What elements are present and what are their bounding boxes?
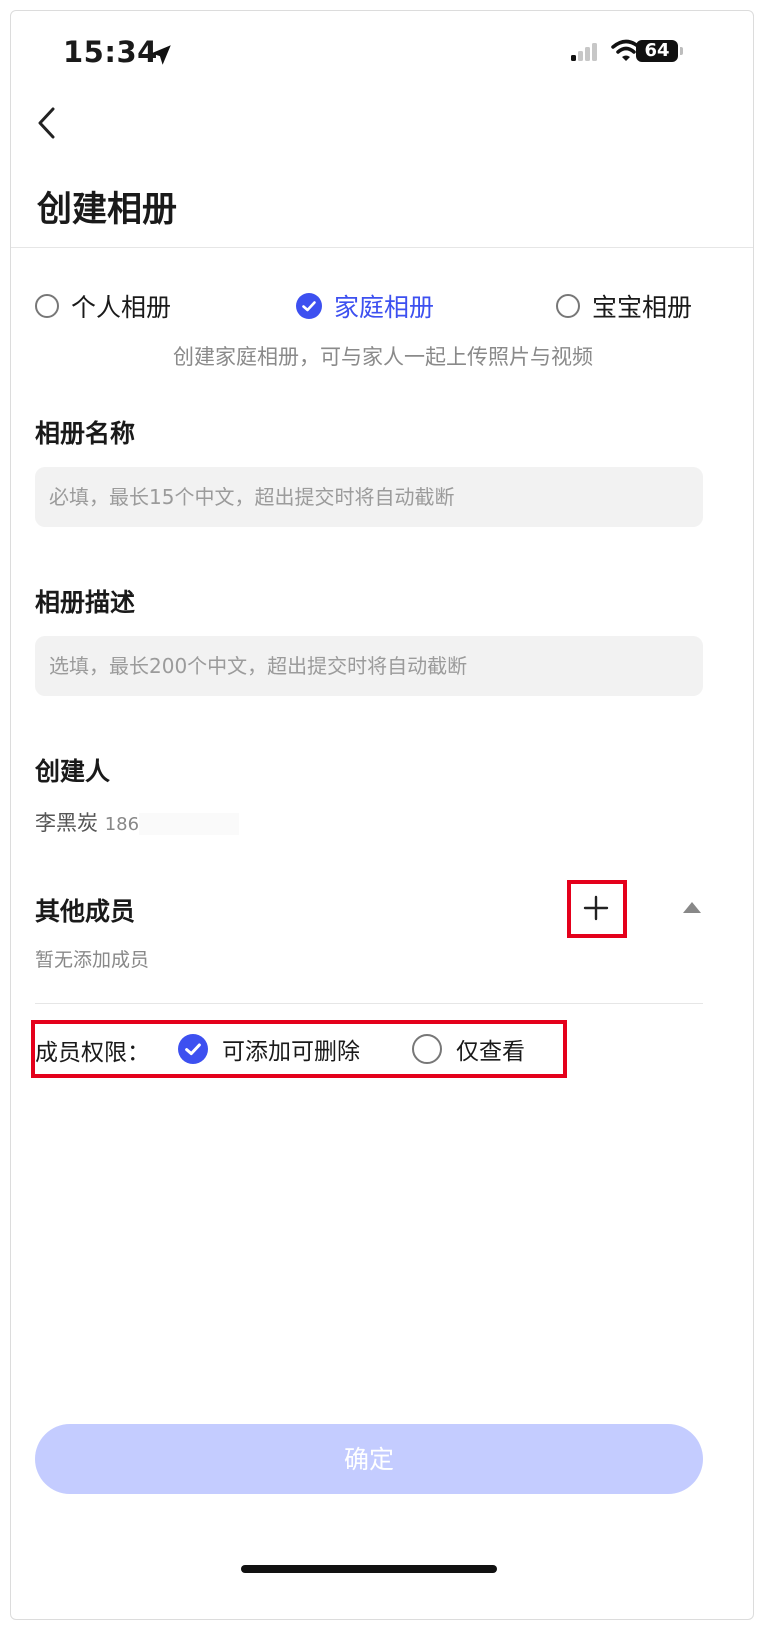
radio-unchecked-icon: [35, 294, 59, 318]
album-desc-label: 相册描述: [35, 588, 136, 617]
radio-checked-icon: [296, 293, 322, 319]
collapse-triangle-icon[interactable]: [683, 902, 701, 913]
add-member-plus-icon[interactable]: [583, 895, 609, 921]
battery-tip: [680, 47, 683, 55]
album-type-tip: 创建家庭相册，可与家人一起上传照片与视频: [173, 345, 593, 369]
header-divider: [11, 247, 753, 248]
location-arrow-icon: [151, 45, 171, 65]
creator-name: 李黑炭: [35, 811, 98, 835]
creator-info: 李黑炭 186: [35, 807, 240, 837]
back-chevron-icon[interactable]: [35, 105, 59, 141]
members-empty-hint: 暂无添加成员: [35, 949, 150, 971]
permission-option-label: 仅查看: [456, 1039, 525, 1065]
album-desc-input[interactable]: [35, 636, 703, 696]
album-type-baby[interactable]: 宝宝相册: [556, 288, 692, 324]
radio-unchecked-icon: [412, 1034, 442, 1064]
permission-label: 成员权限：: [35, 1040, 150, 1066]
radio-checked-icon: [178, 1034, 208, 1064]
permission-view-only[interactable]: 仅查看: [412, 1032, 525, 1066]
album-type-personal[interactable]: 个人相册: [35, 288, 171, 324]
battery-icon: 64: [636, 40, 678, 62]
members-divider: [35, 1003, 703, 1004]
home-indicator: [241, 1565, 497, 1573]
confirm-button[interactable]: 确定: [35, 1424, 703, 1494]
creator-label: 创建人: [35, 757, 111, 786]
members-label: 其他成员: [35, 897, 136, 926]
permission-add-delete[interactable]: 可添加可删除: [178, 1032, 360, 1066]
album-type-label: 个人相册: [71, 293, 172, 322]
page-title: 创建相册: [37, 190, 178, 230]
phone-redaction: [139, 813, 240, 835]
album-name-label: 相册名称: [35, 419, 136, 448]
album-type-label: 家庭相册: [334, 293, 435, 322]
phone-screen: 15:34 64 创建相册 个人相册 家庭相册 宝宝相册 创建家庭相册，可与家人…: [10, 10, 754, 1620]
album-type-label: 宝宝相册: [592, 293, 693, 322]
status-time: 15:34: [63, 35, 158, 69]
cellular-signal-icon: [571, 41, 597, 61]
permission-option-label: 可添加可删除: [222, 1039, 360, 1065]
creator-phone: 186: [104, 814, 140, 835]
album-type-family[interactable]: 家庭相册: [296, 288, 434, 324]
album-name-input[interactable]: [35, 467, 703, 527]
radio-unchecked-icon: [556, 294, 580, 318]
